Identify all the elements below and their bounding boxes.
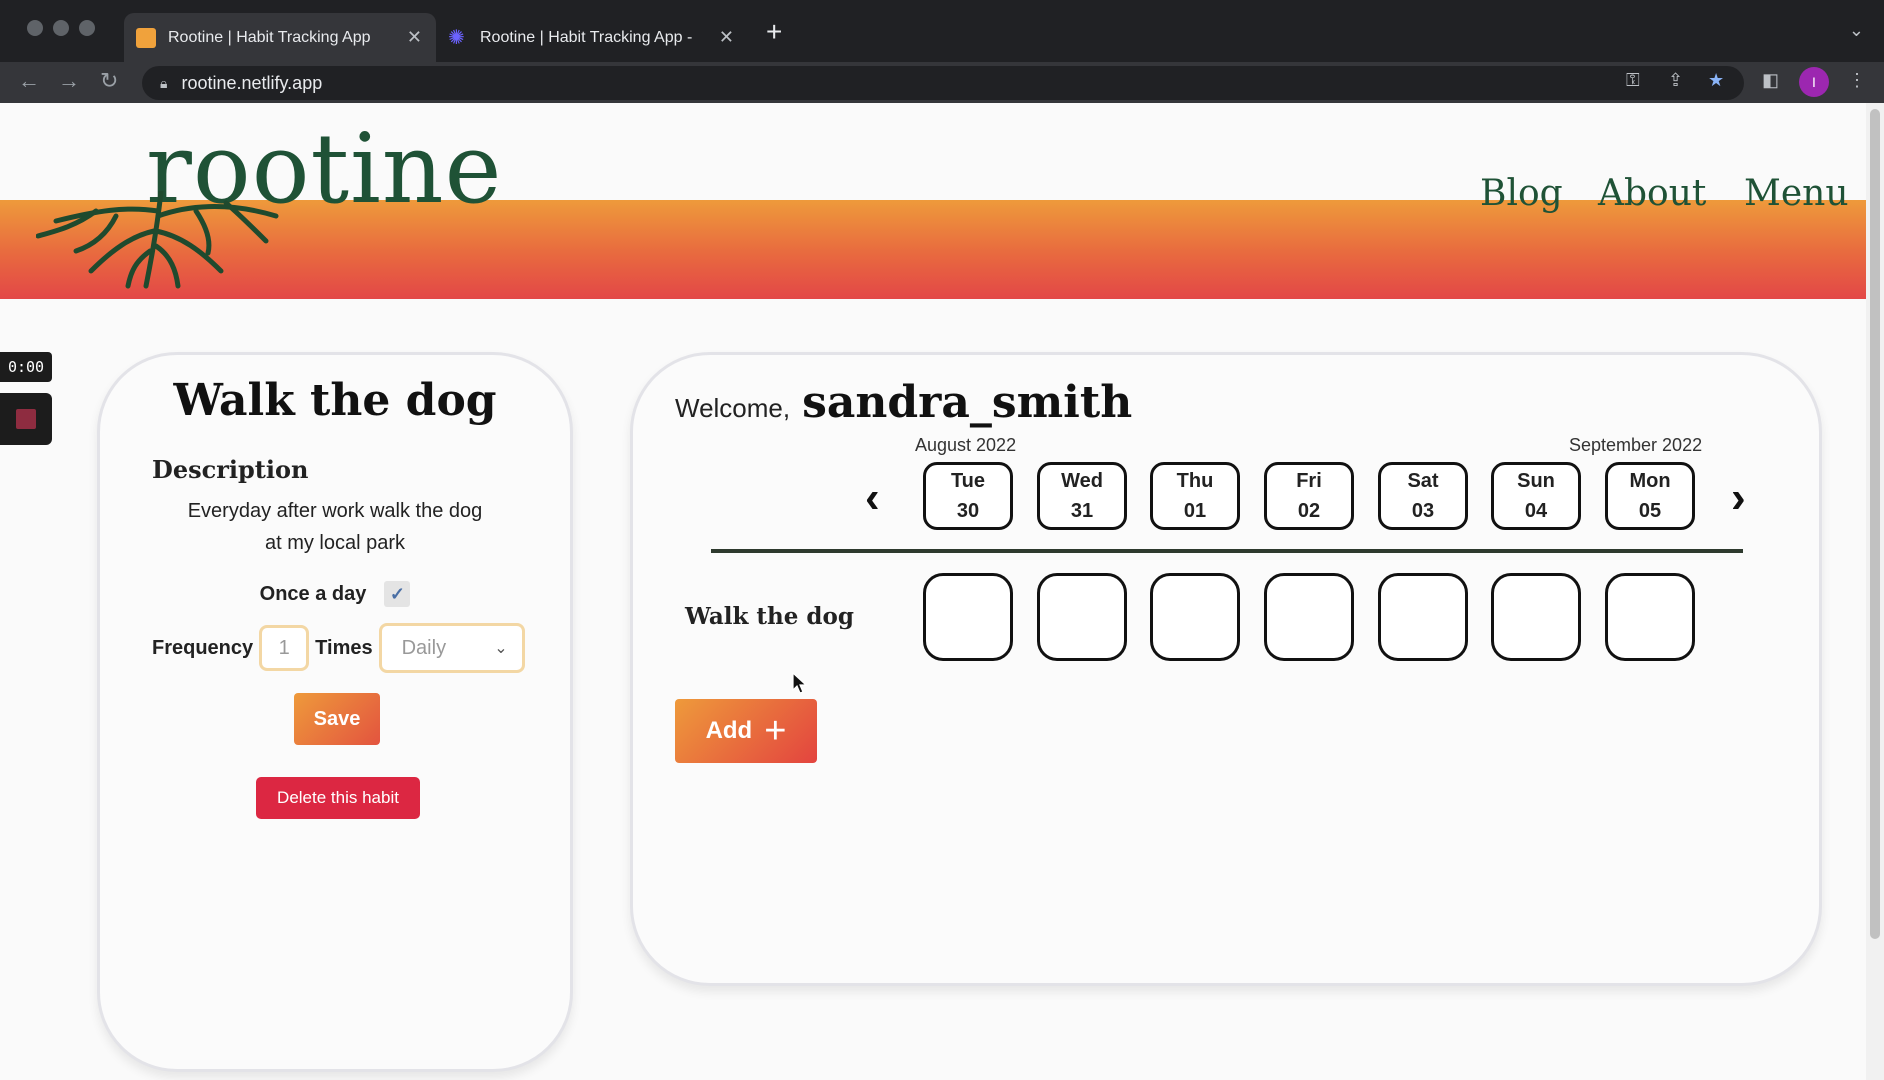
recording-timer: 0:00: [0, 352, 52, 382]
previous-week-chevron-icon[interactable]: ‹: [865, 473, 880, 523]
once-a-day-row: Once a day ✓: [100, 581, 570, 607]
lock-icon: 🔒︎: [160, 74, 168, 91]
habit-day-cell[interactable]: [1264, 573, 1354, 661]
habit-day-cell[interactable]: [1378, 573, 1468, 661]
times-label: Times: [315, 636, 373, 659]
once-a-day-label: Once a day: [259, 582, 367, 605]
scrollbar-thumb[interactable]: [1870, 109, 1880, 939]
url-text: rootine.netlify.app: [181, 72, 323, 93]
delete-habit-button[interactable]: Delete this habit: [256, 777, 420, 819]
day-button-fri[interactable]: Fri 02: [1264, 462, 1354, 530]
key-icon[interactable]: ⚿: [1626, 70, 1640, 91]
close-tab-icon[interactable]: ✕: [407, 27, 422, 48]
description-line: at my local park: [264, 532, 406, 554]
forward-arrow-icon[interactable]: →: [58, 68, 80, 94]
share-icon[interactable]: ⇪: [1668, 70, 1683, 91]
habit-detail-card: Walk the dog Description Everyday after …: [97, 352, 573, 1072]
month-label-left: August 2022: [915, 435, 1017, 455]
description-heading: Description: [152, 455, 309, 484]
bookmark-star-icon[interactable]: ★: [1708, 70, 1724, 91]
day-date: 05: [1638, 500, 1662, 522]
tab-title: Rootine | Habit Tracking App: [168, 28, 371, 46]
username: sandra_smith: [802, 377, 1133, 428]
day-button-sat[interactable]: Sat 03: [1378, 462, 1468, 530]
day-of-week: Mon: [1629, 470, 1671, 492]
recording-stop-button[interactable]: [0, 393, 52, 445]
day-date: 30: [956, 500, 980, 522]
roots-logo-icon: [36, 191, 279, 289]
netlify-favicon-icon: ✺: [448, 26, 465, 49]
checkmark-icon: ✓: [389, 583, 405, 604]
day-of-week: Sun: [1517, 470, 1555, 492]
description-line: Everyday after work walk the dog: [187, 500, 483, 522]
browser-toolbar: ← → ↻ 🔒︎ rootine.netlify.app ⚿ ⇪ ★ ◧ I ⋮: [0, 62, 1884, 103]
chevron-down-icon: ⌄: [494, 640, 508, 657]
frequency-row: Frequency 1 Times Daily ⌄: [152, 623, 525, 673]
habit-row-label[interactable]: Walk the dog: [685, 603, 854, 630]
habit-day-cell[interactable]: [1605, 573, 1695, 661]
window-minimize-dot[interactable]: [53, 20, 69, 36]
window-zoom-dot[interactable]: [79, 20, 95, 36]
page-scrollbar[interactable]: [1866, 103, 1884, 1080]
day-date: 31: [1070, 500, 1094, 522]
welcome-heading: Welcome, sandra_smith: [675, 377, 1132, 428]
period-value: Daily: [401, 636, 447, 659]
habit-title: Walk the dog: [173, 375, 497, 426]
side-panel-icon[interactable]: ◧: [1762, 70, 1779, 91]
day-button-tue[interactable]: Tue 30: [923, 462, 1013, 530]
day-of-week: Tue: [950, 470, 986, 492]
more-menu-icon[interactable]: ⋮: [1848, 70, 1866, 91]
add-label: Add: [705, 717, 753, 744]
day-button-sun[interactable]: Sun 04: [1491, 462, 1581, 530]
add-habit-button[interactable]: Add +: [675, 699, 817, 763]
day-date: 03: [1411, 500, 1435, 522]
nav-blog-link[interactable]: Blog: [1480, 173, 1563, 214]
description-text: Everyday after work walk the dog at my l…: [140, 495, 530, 559]
mouse-cursor-icon: [792, 672, 808, 694]
address-bar[interactable]: 🔒︎ rootine.netlify.app: [142, 66, 1744, 100]
day-button-thu[interactable]: Thu 01: [1150, 462, 1240, 530]
reload-icon[interactable]: ↻: [100, 68, 118, 94]
nav-menu-link[interactable]: Menu: [1744, 173, 1849, 214]
welcome-label: Welcome,: [675, 393, 791, 423]
period-select[interactable]: Daily ⌄: [378, 623, 525, 673]
browser-chrome: Rootine | Habit Tracking App ✕ ✺ Rootine…: [0, 0, 1884, 103]
new-tab-icon[interactable]: +: [766, 16, 782, 48]
frequency-label: Frequency: [152, 636, 254, 659]
habit-tracker-card: Welcome, sandra_smith August 2022 Septem…: [630, 352, 1822, 986]
browser-tab-2[interactable]: ✺ Rootine | Habit Tracking App - ✕: [436, 13, 748, 62]
day-date: 01: [1183, 500, 1207, 522]
once-a-day-checkbox[interactable]: ✓: [384, 581, 411, 607]
nav-about-link[interactable]: About: [1598, 173, 1706, 214]
frequency-input[interactable]: 1: [259, 625, 310, 671]
habit-day-cell[interactable]: [1150, 573, 1240, 661]
day-date: 04: [1524, 500, 1548, 522]
day-button-mon[interactable]: Mon 05: [1605, 462, 1695, 530]
header-divider: [711, 549, 1743, 553]
day-of-week: Wed: [1061, 470, 1103, 492]
profile-avatar[interactable]: I: [1799, 67, 1829, 97]
habit-day-cell[interactable]: [923, 573, 1013, 661]
tab-strip: Rootine | Habit Tracking App ✕ ✺ Rootine…: [0, 0, 1884, 62]
back-arrow-icon[interactable]: ←: [18, 68, 40, 94]
month-label-right: September 2022: [1569, 435, 1703, 455]
tab-search-chevron-icon[interactable]: ⌄: [1849, 20, 1864, 41]
site-header: rootine Blog About Menu: [0, 103, 1866, 299]
save-button[interactable]: Save: [294, 693, 380, 745]
rootine-favicon-icon: [136, 27, 156, 48]
close-tab-icon[interactable]: ✕: [719, 27, 734, 48]
stop-icon: [16, 409, 36, 429]
habit-day-cell[interactable]: [1037, 573, 1127, 661]
day-of-week: Thu: [1176, 470, 1214, 492]
day-button-wed[interactable]: Wed 31: [1037, 462, 1127, 530]
day-date: 02: [1297, 500, 1321, 522]
habit-day-cell[interactable]: [1491, 573, 1581, 661]
browser-tab-1[interactable]: Rootine | Habit Tracking App ✕: [124, 13, 436, 62]
day-of-week: Fri: [1296, 470, 1322, 492]
tab-title: Rootine | Habit Tracking App -: [480, 28, 693, 46]
window-close-dot[interactable]: [27, 20, 43, 36]
day-of-week: Sat: [1407, 470, 1439, 492]
next-week-chevron-icon[interactable]: ›: [1731, 473, 1746, 523]
